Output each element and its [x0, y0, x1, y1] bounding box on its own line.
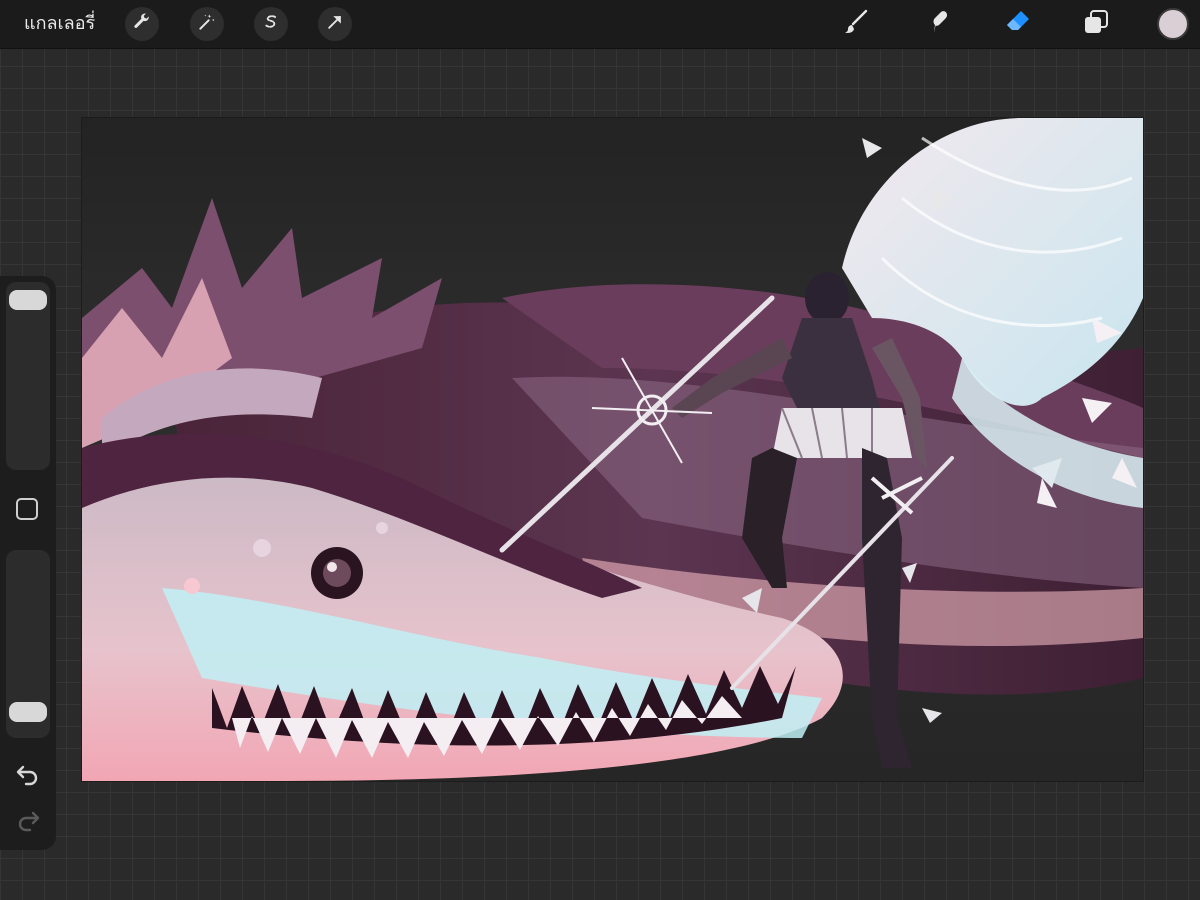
left-sidebar [0, 276, 56, 850]
redo-button[interactable] [14, 808, 42, 836]
layers-tool[interactable] [1080, 8, 1112, 40]
smudge-icon [924, 8, 952, 40]
top-toolbar: แกลเลอรี่ [0, 0, 1200, 49]
gallery-button[interactable]: แกลเลอรี่ [24, 12, 95, 36]
color-picker[interactable] [1157, 8, 1189, 40]
brush-size-slider[interactable] [6, 282, 50, 470]
smudge-tool[interactable] [922, 8, 954, 40]
magic-wand-icon [197, 12, 217, 36]
modify-button[interactable] [16, 498, 38, 520]
eraser-icon [1004, 8, 1032, 40]
transform-arrow-icon [325, 12, 345, 36]
selection-button[interactable] [254, 7, 288, 41]
eraser-tool[interactable] [1002, 8, 1034, 40]
undo-arrow-icon [15, 761, 41, 791]
brush-tool[interactable] [840, 8, 872, 40]
opacity-slider[interactable] [6, 550, 50, 738]
undo-button[interactable] [14, 762, 42, 790]
artwork [82, 118, 1143, 781]
adjustments-button[interactable] [190, 7, 224, 41]
layers-icon [1082, 8, 1110, 40]
selection-icon [261, 12, 281, 36]
brush-icon [842, 8, 870, 40]
opacity-knob[interactable] [9, 702, 47, 722]
wrench-icon [132, 12, 152, 36]
brush-size-knob[interactable] [9, 290, 47, 310]
drawing-canvas[interactable] [82, 118, 1143, 781]
redo-arrow-icon [15, 807, 41, 837]
transform-button[interactable] [318, 7, 352, 41]
actions-button[interactable] [125, 7, 159, 41]
